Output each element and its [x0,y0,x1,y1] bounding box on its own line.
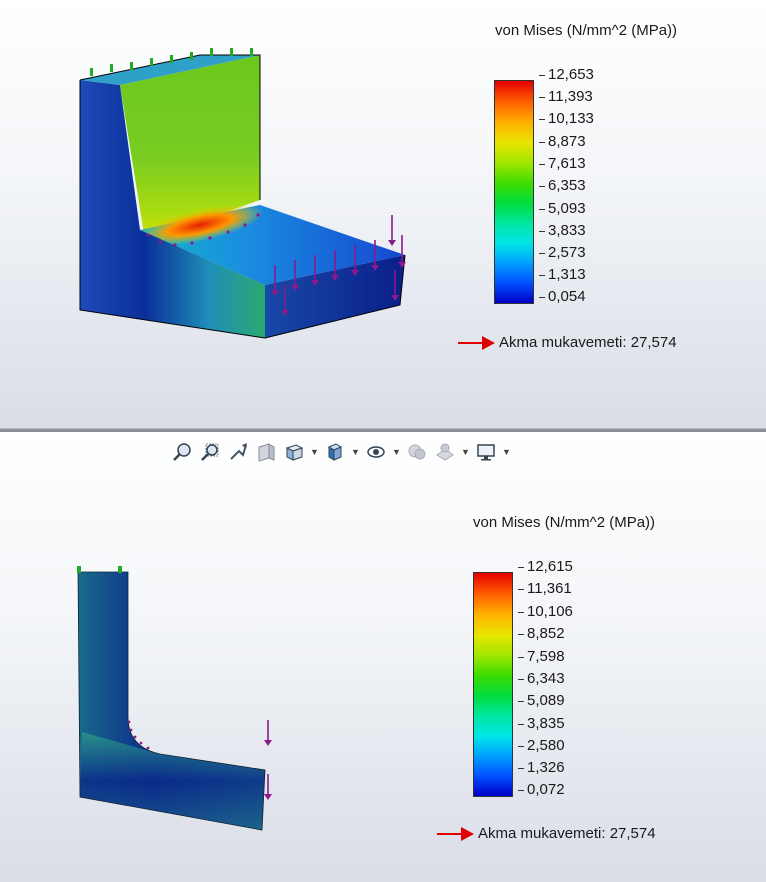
yield-arrow-icon [458,336,495,350]
top-viewport[interactable]: von Mises (N/mm^2 (MPa)) 12,653 11,393 1… [0,0,766,428]
section-view-icon[interactable] [254,440,278,464]
heads-up-view-toolbar: ▼ ▼ ▼ ▼ ▼ [170,437,511,467]
legend-tick-label: 2,580 [518,737,565,754]
view-orientation-dropdown-icon[interactable]: ▼ [310,440,319,464]
legend-tick-label: 7,598 [518,648,565,665]
legend-tick-label: 11,393 [539,88,593,105]
legend-tick-label: 10,106 [518,603,573,620]
yield-arrow-icon [437,827,474,841]
legend-title: von Mises (N/mm^2 (MPa)) [473,514,656,531]
hide-show-dropdown-icon[interactable]: ▼ [392,440,401,464]
zoom-to-area-icon[interactable] [198,440,222,464]
legend-tick-label: 7,613 [539,155,586,172]
legend-tick-label: 12,653 [539,66,594,83]
stress-model-section[interactable] [70,562,290,842]
legend-tick-label: 11,361 [518,580,572,597]
edit-appearance-icon[interactable] [405,440,429,464]
view-settings-dropdown-icon[interactable]: ▼ [502,440,511,464]
legend-tick-label: 1,326 [518,759,565,776]
yield-strength-label: Akma mukavemeti: 27,574 [478,825,656,842]
apply-scene-icon[interactable] [433,440,457,464]
apply-scene-dropdown-icon[interactable]: ▼ [461,440,470,464]
legend-tick-label: 5,089 [518,692,565,709]
previous-view-icon[interactable] [226,440,250,464]
yield-strength-label: Akma mukavemeti: 27,574 [499,334,677,351]
legend-tick-label: 10,133 [539,110,594,127]
legend-tick-label: 1,313 [539,266,586,283]
color-scale-bar [473,572,513,797]
stress-model-3d[interactable] [70,40,420,350]
legend-tick-label: 8,873 [539,133,586,150]
legend-tick-label: 3,835 [518,715,565,732]
color-scale-bar [494,80,534,304]
legend-tick-label: 0,072 [518,781,565,798]
legend-tick-label: 6,343 [518,670,565,687]
legend-tick-label: 6,353 [539,177,586,194]
legend-tick-label: 3,833 [539,222,586,239]
legend-title: von Mises (N/mm^2 (MPa)) [495,22,678,39]
legend-tick-label: 2,573 [539,244,586,261]
bottom-viewport[interactable]: von Mises (N/mm^2 (MPa)) 12,615 11,361 1… [0,432,766,882]
view-settings-icon[interactable] [474,440,498,464]
legend-tick-label: 8,852 [518,625,565,642]
view-orientation-icon[interactable] [282,440,306,464]
display-style-icon[interactable] [323,440,347,464]
zoom-to-fit-icon[interactable] [170,440,194,464]
hide-show-items-icon[interactable] [364,440,388,464]
legend-tick-label: 0,054 [539,288,586,305]
legend-tick-label: 12,615 [518,558,573,575]
display-style-dropdown-icon[interactable]: ▼ [351,440,360,464]
legend-tick-label: 5,093 [539,200,586,217]
